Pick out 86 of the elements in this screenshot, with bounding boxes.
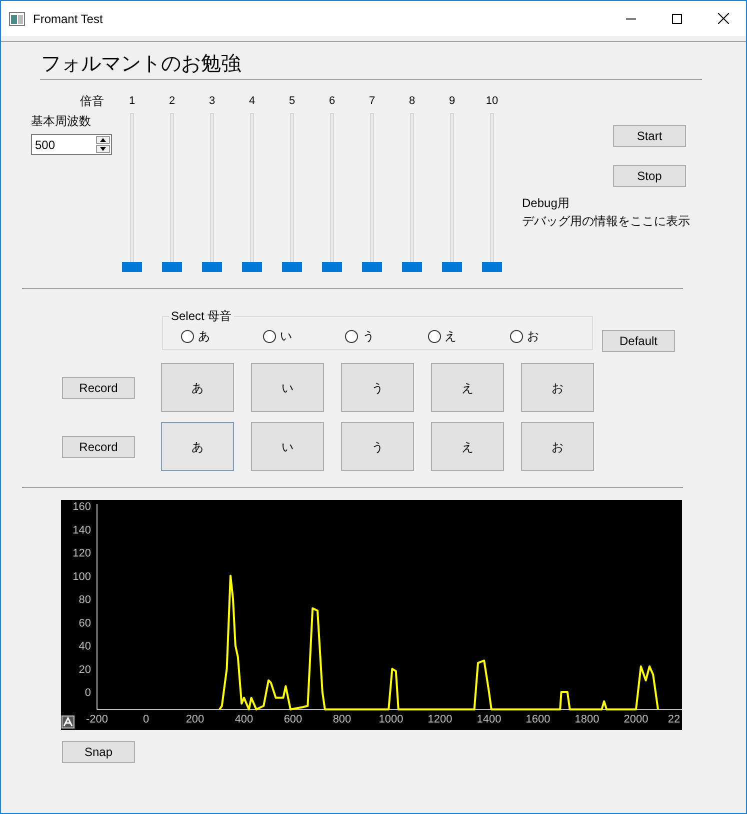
slider-thumb[interactable]	[362, 262, 382, 272]
slider-track[interactable]	[282, 113, 302, 272]
x-tick-label: -200	[86, 713, 108, 726]
slider-thumb[interactable]	[322, 262, 342, 272]
slider-track[interactable]	[362, 113, 382, 272]
vowel-radio[interactable]: え	[428, 327, 510, 345]
slider-thumb[interactable]	[282, 262, 302, 272]
page-heading: フォルマントのお勉強	[40, 51, 702, 80]
harmonic-number: 5	[288, 94, 296, 108]
y-tick-label: 60	[78, 617, 91, 630]
slider-track[interactable]	[162, 113, 182, 272]
vowel-radio[interactable]: い	[263, 327, 346, 345]
slider-thumb[interactable]	[442, 262, 462, 272]
window-title: Fromant Test	[33, 10, 103, 28]
record-button[interactable]: Record	[62, 436, 135, 458]
slider-thumb[interactable]	[242, 262, 262, 272]
vowel-button[interactable]: お	[521, 363, 594, 412]
slider-track[interactable]	[402, 113, 422, 272]
fundamental-label: 基本周波数	[31, 114, 92, 128]
snap-button[interactable]: Snap	[62, 741, 135, 763]
slider-track[interactable]	[202, 113, 222, 272]
harmonic-number: 2	[168, 94, 176, 108]
debug-title: Debug用	[522, 195, 570, 211]
slider-track[interactable]	[322, 113, 342, 272]
default-button[interactable]: Default	[602, 330, 675, 352]
slider-track[interactable]	[242, 113, 262, 272]
harmonic-number: 4	[248, 94, 256, 108]
x-tick-label: 400	[234, 713, 254, 726]
vowel-radio[interactable]: お	[510, 327, 592, 345]
harmonics-label: 倍音	[80, 94, 104, 108]
vowel-button[interactable]: あ	[161, 363, 234, 412]
vowel-button[interactable]: い	[251, 363, 324, 412]
maximize-icon	[672, 14, 682, 24]
x-tick-label: 200	[186, 713, 204, 726]
y-tick-label: 140	[72, 524, 91, 536]
y-tick-label: 160	[72, 501, 91, 513]
slider-track[interactable]	[122, 113, 142, 272]
y-tick-label: 20	[78, 664, 91, 676]
slider-thumb[interactable]	[202, 262, 222, 272]
slider-track[interactable]	[482, 113, 502, 272]
vowel-radio[interactable]: う	[345, 327, 428, 345]
x-tick-label: 0	[142, 713, 150, 726]
number-spinner[interactable]: 500	[31, 134, 112, 155]
harmonic-number: 7	[368, 94, 376, 108]
slider-thumb[interactable]	[402, 262, 422, 272]
close-icon	[718, 13, 728, 24]
app-icon	[9, 12, 25, 26]
vowel-button[interactable]: え	[431, 422, 504, 471]
y-tick-label: 100	[72, 570, 91, 583]
y-tick-label: 80	[78, 594, 91, 606]
auto-scale-icon[interactable]	[62, 716, 74, 728]
x-tick-label: 1600	[526, 713, 550, 726]
vowel-button[interactable]: う	[341, 363, 414, 412]
slider-thumb[interactable]	[122, 262, 142, 272]
stop-button[interactable]: Stop	[613, 165, 686, 187]
y-tick-label: 40	[78, 640, 91, 652]
start-button[interactable]: Start	[613, 125, 686, 147]
spinner-value: 500	[35, 136, 56, 154]
vowel-button[interactable]: う	[341, 422, 414, 471]
x-tick-label: 1400	[476, 713, 502, 726]
vowel-button[interactable]: い	[251, 422, 324, 471]
slider-track[interactable]	[442, 113, 462, 272]
harmonic-number: 6	[328, 94, 336, 108]
x-tick-label: 2000	[624, 713, 648, 726]
y-tick-label: 120	[72, 548, 91, 560]
x-tick-label: 600	[284, 713, 302, 726]
y-tick-label: 0	[84, 687, 91, 699]
vowel-button[interactable]: え	[431, 363, 504, 412]
vowel-button[interactable]: あ	[161, 422, 234, 471]
x-tick-label: 22	[668, 713, 680, 726]
vowel-button[interactable]: お	[521, 422, 594, 471]
x-tick-label: 1200	[428, 713, 452, 726]
harmonic-number: 10	[486, 94, 498, 108]
group-legend: Select 母音	[169, 309, 234, 323]
harmonic-number: 1	[128, 94, 136, 108]
x-tick-label: 800	[332, 713, 352, 726]
harmonic-number: 8	[408, 94, 416, 108]
harmonic-number: 3	[208, 94, 216, 108]
x-tick-label: 1800	[574, 713, 600, 726]
vowel-radio[interactable]: あ	[181, 327, 264, 345]
slider-thumb[interactable]	[162, 262, 182, 272]
x-tick-label: 1000	[378, 713, 404, 726]
slider-thumb[interactable]	[482, 262, 502, 272]
harmonic-number: 9	[448, 94, 456, 108]
debug-message: デバッグ用の情報をここに表示	[522, 213, 690, 229]
record-button[interactable]: Record	[62, 376, 135, 398]
